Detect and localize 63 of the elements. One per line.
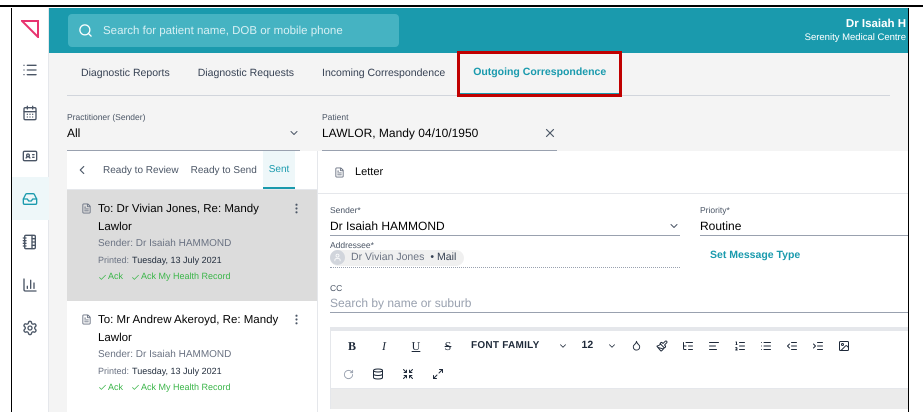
line-spacing-icon[interactable]	[682, 340, 694, 352]
tab[interactable]: Incoming Correspondence	[308, 53, 460, 95]
notebook-icon	[22, 234, 38, 250]
redo-icon[interactable]	[343, 368, 354, 380]
settings-icon	[22, 320, 38, 336]
calendar-icon	[22, 104, 38, 120]
avatar-icon	[330, 250, 345, 266]
printed-date: Tuesday, 13 July 2021	[132, 254, 222, 268]
bar-chart-icon	[22, 276, 38, 292]
image-icon[interactable]	[838, 340, 850, 352]
tab[interactable]: Diagnostic Reports	[67, 53, 184, 95]
list-tab[interactable]: Ready to Send	[184, 151, 263, 190]
message-sender: Sender: Dr Isaiah HAMMOND	[98, 237, 232, 252]
document-icon	[81, 203, 92, 214]
printed-label: Printed:	[98, 365, 130, 378]
indent-icon[interactable]	[812, 340, 824, 352]
printed-label: Printed:	[98, 254, 130, 268]
logo-icon	[21, 20, 39, 38]
addressee-label: Addressee*	[330, 240, 375, 250]
message-sender: Sender: Dr Isaiah HAMMOND	[98, 348, 232, 362]
search-field[interactable]: Search for patient name, DOB or mobile phone	[68, 14, 399, 47]
strikethrough-button[interactable]: S	[439, 336, 457, 355]
check-icon	[131, 383, 140, 392]
align-left-icon[interactable]	[708, 340, 720, 352]
inbox-icon	[22, 190, 38, 206]
message-title: To: Mr Andrew Akeroyd, Re: Mandy Lawlor	[98, 313, 280, 346]
printed-date: Tuesday, 13 July 2021	[132, 365, 222, 378]
font-family-select[interactable]: FONT FAMILY	[471, 338, 568, 354]
paintbrush-icon[interactable]	[656, 340, 668, 352]
message-item[interactable]: To: Dr Vivian Jones, Re: Mandy Lawlor Sender: Dr Isaiah HAMMOND Printed: Tuesday, 13 July 2021 Ack Ack My Health Record	[67, 190, 317, 302]
ack-status: Ack My Health Record	[131, 381, 231, 395]
droplet-icon[interactable]	[631, 340, 642, 352]
practice-name: Serenity Medical Centre	[804, 32, 906, 44]
cc-label: CC	[330, 282, 344, 294]
id-card-icon	[22, 148, 38, 164]
sender-select[interactable]: Sender* Dr Isaiah HAMMOND	[330, 204, 680, 236]
list-icon	[22, 62, 38, 78]
expand-icon[interactable]	[432, 368, 444, 380]
priority-select[interactable]: Priority* Routine	[700, 204, 908, 236]
ack-status: Ack	[98, 270, 124, 284]
user-name: Dr Isaiah H	[846, 17, 906, 32]
numbered-list-icon[interactable]	[734, 340, 746, 352]
check-icon	[131, 272, 140, 282]
bold-button[interactable]: B	[343, 336, 361, 355]
addressee-chip[interactable]: Dr Vivian Jones • Mail	[330, 250, 464, 266]
document-type: Letter	[355, 164, 384, 180]
check-icon	[98, 383, 107, 392]
italic-button[interactable]: I	[375, 336, 393, 355]
ack-status: Ack	[98, 381, 124, 395]
tab[interactable]: Diagnostic Requests	[184, 53, 308, 95]
search-icon	[78, 23, 93, 38]
message-title: To: Dr Vivian Jones, Re: Mandy Lawlor	[98, 202, 260, 236]
fullscreen-exit-icon[interactable]	[402, 368, 414, 380]
list-tab[interactable]: Ready to Review	[97, 151, 185, 190]
check-icon	[98, 272, 107, 282]
outdent-icon[interactable]	[786, 340, 798, 352]
database-icon[interactable]	[372, 368, 384, 380]
document-icon	[334, 166, 345, 178]
font-size-select[interactable]: 12	[582, 338, 618, 354]
cc-field[interactable]: Search by name or suburb	[330, 294, 908, 314]
ack-status: Ack My Health Record	[131, 270, 231, 284]
document-icon	[81, 314, 92, 326]
underline-button[interactable]: U	[407, 336, 425, 355]
